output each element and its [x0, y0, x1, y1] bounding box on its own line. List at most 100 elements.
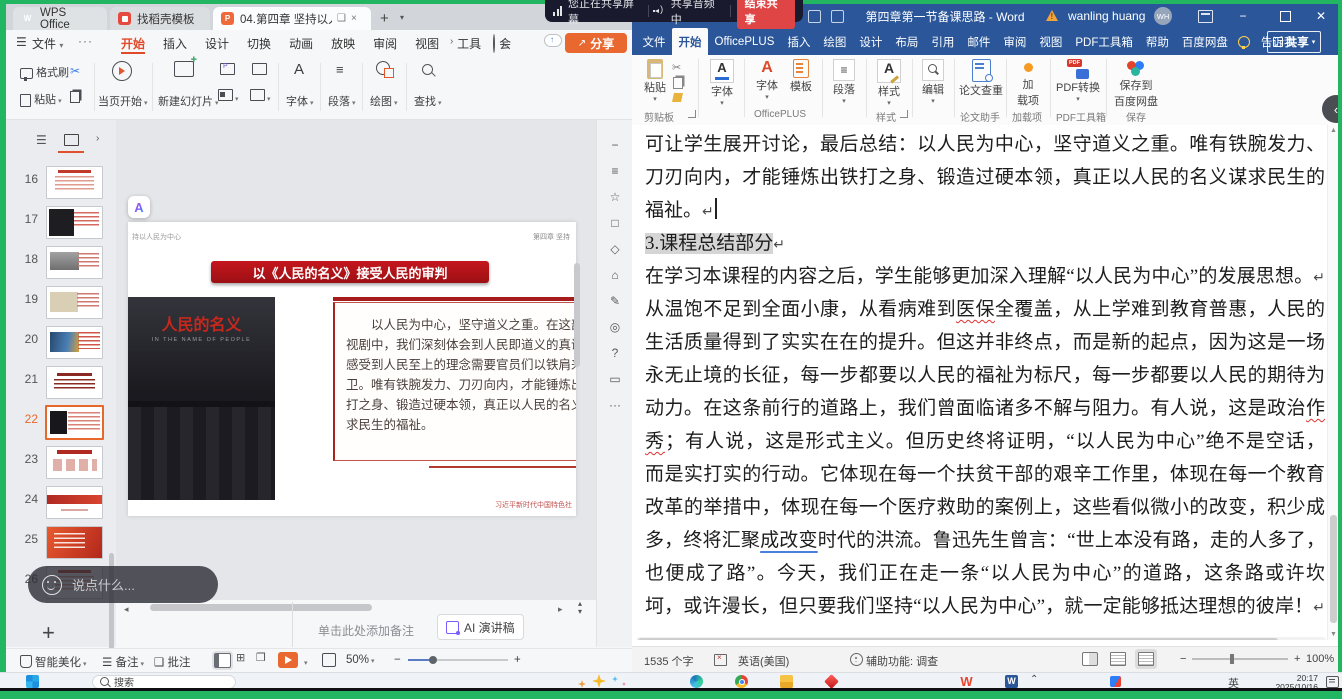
- slide-thumb-image[interactable]: [46, 206, 103, 239]
- collapse-icon[interactable]: −: [597, 138, 632, 152]
- wps-menu-item-3[interactable]: 切换: [238, 30, 280, 55]
- reading-view-icon[interactable]: ❒: [256, 651, 271, 664]
- slide-text-box[interactable]: 以人民为中心，坚守道义之重。在这部电视剧中，我们深刻体会到人民即道义的真谛，感受…: [333, 302, 576, 461]
- wps-menu-item-5[interactable]: 放映: [322, 30, 364, 55]
- clipboard-dialog-launcher[interactable]: [688, 110, 696, 118]
- slide-title-banner[interactable]: 以《人民的名义》接受人民的审判: [211, 261, 489, 283]
- scroll-thumb[interactable]: [1330, 515, 1337, 623]
- more-icon[interactable]: ···: [597, 398, 632, 412]
- menu-overflow-icon[interactable]: ›: [450, 36, 453, 47]
- taskbar-app-explorer[interactable]: [780, 675, 793, 688]
- smart-beautify-button[interactable]: 智能美化▾: [20, 654, 87, 670]
- reset-slide-icon[interactable]: [252, 63, 267, 78]
- doc-line-14[interactable]: 也便成了路”。今天，我们正在走一条“以人民为中心”的道路，这条路或许坎: [645, 557, 1325, 590]
- slide-thumb-image[interactable]: [45, 405, 104, 440]
- ai-speech-button[interactable]: AI 演讲稿: [437, 614, 524, 640]
- doc-line-3[interactable]: 福祉。↵: [645, 194, 1325, 227]
- tab-popout-icon[interactable]: ❑: [337, 13, 346, 24]
- hamburger-icon[interactable]: ☰: [16, 35, 27, 49]
- doc-line-6[interactable]: 从温饱不足到全面小康，从看病难到医保全覆盖，从上学难到教育普惠，人民的: [645, 293, 1325, 326]
- maximize-button[interactable]: [1268, 4, 1302, 28]
- slide-thumb-image[interactable]: [46, 446, 103, 479]
- wps-share-button[interactable]: ↗ 分享: [565, 33, 627, 53]
- word-tab-绘图[interactable]: 绘图: [817, 28, 853, 56]
- wps-menu-item-7[interactable]: 视图: [406, 30, 448, 55]
- theme-icon[interactable]: ⌂: [597, 268, 632, 282]
- paragraph-button[interactable]: 段落▾: [328, 93, 356, 109]
- wps-menu-item-0[interactable]: 开始: [112, 30, 154, 55]
- hscroll-left-icon[interactable]: ◂: [124, 604, 129, 615]
- doc-line-5[interactable]: 在学习本课程的内容之后，学生能够更加深入理解“以人民为中心”的发展思想。↵: [645, 260, 1325, 293]
- slide-area-scrollbar[interactable]: [574, 263, 580, 367]
- stop-sharing-button[interactable]: 结束共享: [737, 0, 795, 29]
- close-button[interactable]: ✕: [1304, 4, 1338, 28]
- add-slide-button[interactable]: +: [42, 620, 55, 646]
- file-menu[interactable]: 文件 ▾: [32, 35, 63, 52]
- word-tab-布局[interactable]: 布局: [889, 28, 925, 56]
- ribbon-display-options-icon[interactable]: [1198, 10, 1213, 23]
- shapes-icon[interactable]: □: [597, 216, 632, 230]
- slide-thumb-image[interactable]: [46, 366, 103, 399]
- cut-icon[interactable]: ✂: [672, 61, 681, 74]
- slide-thumb-image[interactable]: [46, 286, 103, 319]
- paper-check-button[interactable]: 论文查重: [958, 59, 1004, 98]
- doc-line-8[interactable]: 永无止境的长征，每一步都要以人民的福祉为标尺，每一步都要以人民的期待为: [645, 359, 1325, 392]
- slide-layout-icon[interactable]: [220, 63, 235, 78]
- cut-icon[interactable]: ✂: [70, 64, 80, 78]
- paste-button[interactable]: 粘贴▾: [638, 59, 672, 103]
- hscroll-right-icon[interactable]: ▸: [558, 604, 563, 615]
- play-from-current-button[interactable]: 当页开始▾: [98, 93, 148, 109]
- slide-thumbnail-19[interactable]: 19: [6, 283, 116, 323]
- tab-close-icon[interactable]: ×: [351, 13, 357, 24]
- styles-group-button[interactable]: A 样式▾: [870, 59, 908, 107]
- new-slide-button[interactable]: 新建幻灯片▾: [158, 93, 219, 109]
- slide-thumbnail-17[interactable]: 17: [6, 203, 116, 243]
- collapse-panel-icon[interactable]: ›: [96, 133, 99, 144]
- word-document-area[interactable]: 可让学生展开讨论，最后总结：以人民为中心，坚守道义之重。唯有铁腕发力、刀刃向内，…: [632, 125, 1338, 640]
- word-tab-PDF工具箱[interactable]: PDF工具箱: [1069, 28, 1140, 56]
- taskbar-app-diamond[interactable]: [824, 674, 839, 689]
- doc-line-10[interactable]: 秀；有人说，这是形式主义。但历史终将证明，“以人民为中心”绝不是空话，: [645, 425, 1325, 458]
- slide-thumbnail-22[interactable]: 22: [6, 403, 116, 443]
- save-to-baidu-button[interactable]: 保存到 百度网盘: [1110, 59, 1162, 109]
- doc-line-15[interactable]: 坷，或许漫长，但只要我们坚持“以人民为中心”，就一定能够抵达理想的彼岸！↵: [645, 590, 1325, 623]
- sign-icon[interactable]: ✎: [597, 294, 632, 308]
- doc-line-2[interactable]: 刀刃向内，才能锤炼出铁打之身、锻造过硬本领，真正以人民的名义谋求民生的: [645, 161, 1325, 194]
- doc-line-11[interactable]: 而是实打实的行动。它体现在每一个扶贫干部的艰辛工作里，体现在每一个教育: [645, 458, 1325, 491]
- more-menu-icon[interactable]: ···: [78, 34, 93, 48]
- word-share-button[interactable]: 共享 ▾: [1267, 31, 1321, 53]
- zoom-slider[interactable]: [408, 659, 508, 661]
- taskbar-app-word[interactable]: W: [1005, 675, 1018, 688]
- slide-thumbnail-20[interactable]: 20: [6, 323, 116, 363]
- find-button[interactable]: 查找▾: [414, 93, 442, 109]
- slide-thumb-image[interactable]: [46, 166, 103, 199]
- doc-horizontal-scrollbar[interactable]: [636, 637, 1326, 640]
- fullscreen-icon[interactable]: [322, 653, 336, 667]
- draw-button[interactable]: 绘图▾: [370, 93, 398, 109]
- styles-dialog-launcher[interactable]: [900, 110, 908, 118]
- word-tab-审阅[interactable]: 审阅: [997, 28, 1033, 56]
- star-icon[interactable]: ☆: [597, 190, 632, 204]
- slide-thumbnail-25[interactable]: 25: [6, 523, 116, 563]
- wps-menu-item-2[interactable]: 设计: [196, 30, 238, 55]
- doc-line-9[interactable]: 动力。在这条前行的道路上，我们曾面临诸多不解与阻力。有人说，这是政治作: [645, 392, 1325, 425]
- doc-line-12[interactable]: 改革的举措中，体现在每一个医疗救助的案例上，这些看似微小的改变，积少成: [645, 491, 1325, 524]
- word-tab-邮件[interactable]: 邮件: [961, 28, 997, 56]
- copy-icon[interactable]: [70, 91, 80, 103]
- officeplus-font-button[interactable]: A 字体▾: [750, 59, 784, 101]
- zoom-out-icon[interactable]: −: [1180, 653, 1186, 665]
- cloud-upload-icon[interactable]: [544, 34, 562, 47]
- hscroll-thumb[interactable]: [150, 604, 372, 611]
- scroll-up-icon[interactable]: ▲: [1330, 127, 1337, 134]
- font-group-button[interactable]: A 字体▾: [704, 59, 740, 107]
- addins-button[interactable]: 加 载项: [1010, 61, 1046, 108]
- normal-view-icon[interactable]: [214, 653, 231, 668]
- movie-poster-image[interactable]: 人民的名义 IN THE NAME OF PEOPLE: [128, 297, 275, 500]
- comment-toggle-button[interactable]: ❑ 批注: [154, 654, 191, 670]
- slideshow-play-button[interactable]: [278, 652, 298, 668]
- doc-line-4[interactable]: 3.课程总结部分↵: [645, 227, 1325, 260]
- wps-menu-item-1[interactable]: 插入: [154, 30, 196, 55]
- doc-line-1[interactable]: 可让学生展开讨论，最后总结：以人民为中心，坚守道义之重。唯有铁腕发力、: [645, 128, 1325, 161]
- word-tab-插入[interactable]: 插入: [781, 28, 817, 56]
- minimize-button[interactable]: −: [1226, 4, 1260, 28]
